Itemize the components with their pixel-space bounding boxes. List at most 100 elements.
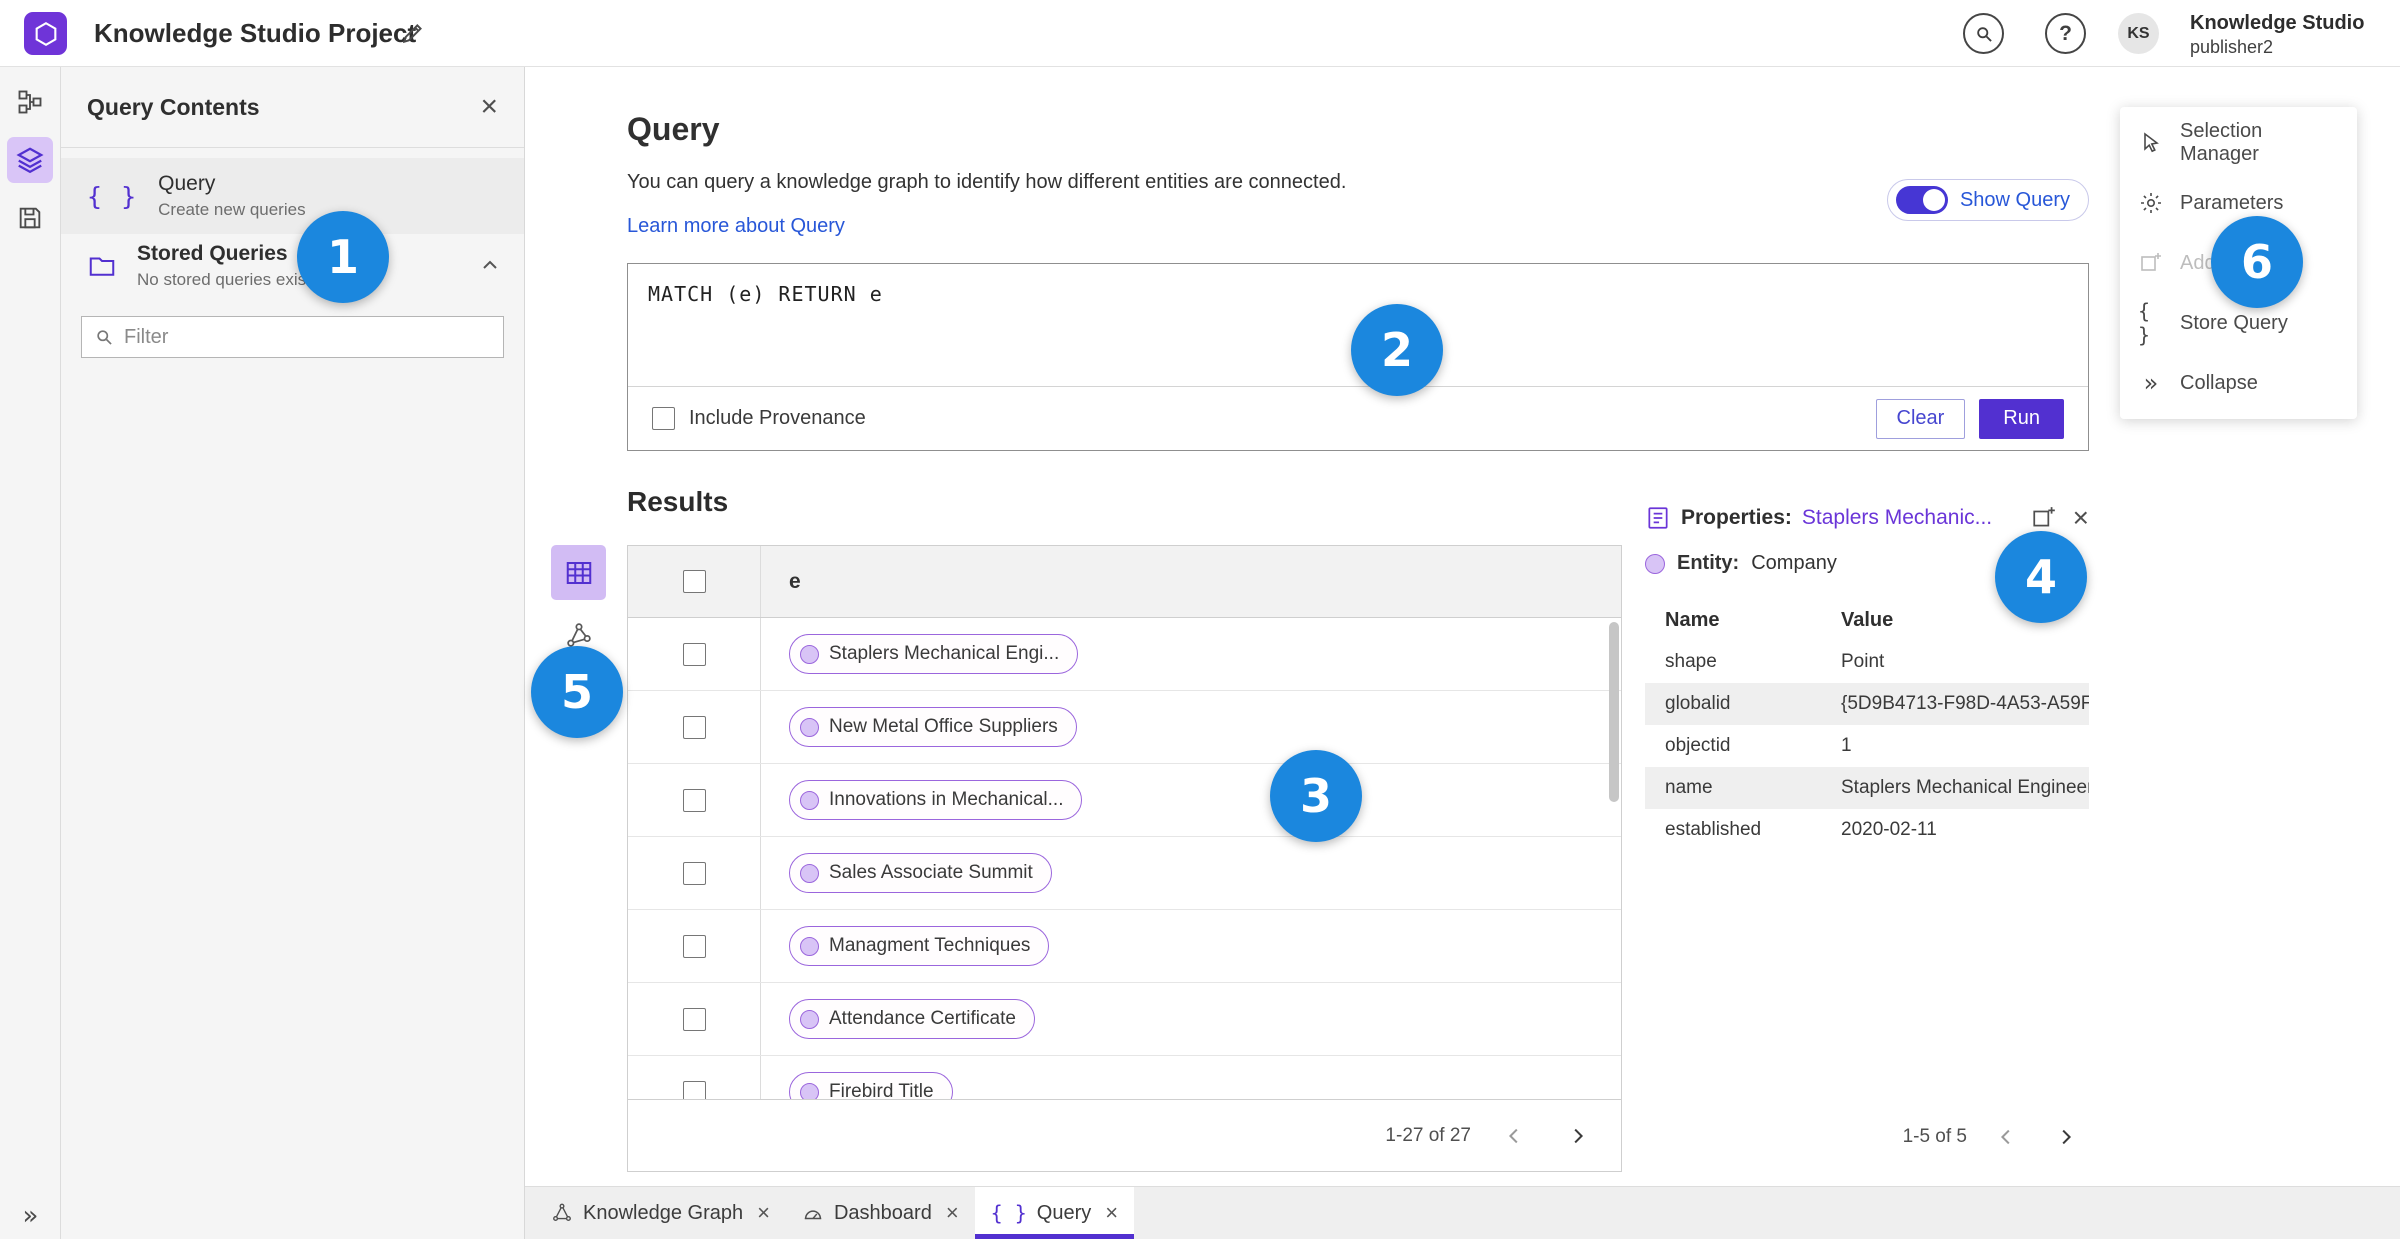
add-to-selection-icon[interactable] bbox=[2031, 505, 2057, 531]
chevron-right-icon bbox=[2054, 1126, 2076, 1148]
stored-item-sub: No stored queries exist bbox=[137, 270, 311, 289]
table-view-button[interactable] bbox=[551, 545, 606, 600]
menu-item-label: Store Query bbox=[2180, 311, 2288, 334]
tab-close-icon[interactable]: × bbox=[757, 1202, 770, 1224]
properties-selection-link[interactable]: Staplers Mechanic... bbox=[1802, 506, 1992, 530]
link-chart-icon bbox=[565, 621, 593, 649]
query-editor-toolbar: Include Provenance Clear Run bbox=[628, 386, 2088, 450]
entity-pill[interactable]: New Metal Office Suppliers bbox=[789, 707, 1077, 747]
dashboard-icon bbox=[802, 1202, 824, 1224]
tab-close-icon[interactable]: × bbox=[946, 1202, 959, 1224]
tab-knowledge-graph[interactable]: Knowledge Graph × bbox=[535, 1187, 786, 1239]
learn-more-link[interactable]: Learn more about Query bbox=[627, 215, 845, 238]
entity-pill-label: Staplers Mechanical Engi... bbox=[829, 643, 1060, 664]
clear-button[interactable]: Clear bbox=[1875, 398, 1966, 439]
properties-prev-page-button[interactable] bbox=[1989, 1119, 2025, 1155]
results-next-page-button[interactable] bbox=[1559, 1118, 1595, 1154]
entity-pill[interactable]: Managment Techniques bbox=[789, 926, 1050, 966]
property-row: globalid {5D9B4713-F98D-4A53-A59F-C11... bbox=[1645, 683, 2089, 725]
help-button[interactable]: ? bbox=[2045, 13, 2086, 54]
properties-next-page-button[interactable] bbox=[2047, 1119, 2083, 1155]
entity-dot-icon bbox=[800, 717, 819, 737]
row-check-cell bbox=[628, 691, 761, 763]
entity-dot-icon bbox=[800, 644, 819, 664]
add-to-map-icon bbox=[2138, 251, 2164, 275]
edit-title-icon[interactable] bbox=[400, 20, 426, 46]
show-query-toggle[interactable] bbox=[1895, 186, 1948, 214]
results-prev-page-button[interactable] bbox=[1497, 1118, 1533, 1154]
gear-icon bbox=[2138, 191, 2164, 215]
braces-icon: { } bbox=[2138, 299, 2151, 347]
properties-close-icon[interactable]: × bbox=[2073, 504, 2089, 532]
query-heading: Query bbox=[627, 111, 720, 147]
row-check-cell bbox=[628, 910, 761, 982]
entity-dot-icon bbox=[800, 1082, 819, 1099]
properties-doc-icon bbox=[1645, 505, 1671, 531]
row-checkbox[interactable] bbox=[682, 1080, 706, 1099]
save-icon[interactable] bbox=[7, 195, 53, 241]
query-item-sub: Create new queries bbox=[158, 200, 306, 219]
table-row: New Metal Office Suppliers bbox=[628, 691, 1621, 764]
entity-pill[interactable]: Sales Associate Summit bbox=[789, 853, 1052, 893]
table-row: Firebird Title bbox=[628, 1056, 1621, 1099]
property-value: Point bbox=[1841, 651, 1885, 672]
braces-icon: { } bbox=[990, 1201, 1027, 1225]
question-icon: ? bbox=[2059, 21, 2072, 45]
table-row: Innovations in Mechanical... bbox=[628, 764, 1621, 837]
run-button[interactable]: Run bbox=[1979, 398, 2064, 439]
properties-pagination: 1-5 of 5 bbox=[1645, 1102, 2089, 1172]
entity-pill[interactable]: Firebird Title bbox=[789, 1072, 953, 1099]
row-checkbox[interactable] bbox=[682, 715, 706, 739]
entity-pill[interactable]: Innovations in Mechanical... bbox=[789, 780, 1083, 820]
annotation-badge-4: 4 bbox=[1995, 531, 2087, 623]
properties-actions: × bbox=[2031, 504, 2089, 532]
show-query-control: Show Query bbox=[1886, 179, 2089, 221]
menu-item-selection-manager[interactable]: Selection Manager bbox=[2120, 113, 2357, 173]
row-checkbox[interactable] bbox=[682, 642, 706, 666]
panel-header: Query Contents × bbox=[61, 67, 524, 148]
include-provenance-checkbox[interactable] bbox=[652, 407, 675, 430]
select-all-checkbox[interactable] bbox=[682, 570, 706, 593]
property-row: objectid 1 bbox=[1645, 725, 2089, 767]
search-icon bbox=[1974, 24, 1994, 44]
filter-input[interactable] bbox=[124, 325, 491, 349]
tab-query[interactable]: { } Query × bbox=[974, 1187, 1135, 1239]
layers-icon[interactable] bbox=[7, 137, 53, 183]
account-info[interactable]: Knowledge Studio publisher2 bbox=[2190, 11, 2364, 59]
column-header-e: e bbox=[789, 569, 801, 593]
entity-dot-icon bbox=[800, 1009, 819, 1029]
menu-item-collapse[interactable]: » Collapse bbox=[2120, 353, 2357, 413]
query-description: You can query a knowledge graph to ident… bbox=[627, 171, 1347, 193]
row-checkbox[interactable] bbox=[682, 861, 706, 885]
property-value: Staplers Mechanical Engineering bbox=[1841, 777, 2089, 798]
entity-pill[interactable]: Attendance Certificate bbox=[789, 999, 1035, 1039]
results-scrollbar-thumb[interactable] bbox=[1609, 622, 1619, 802]
avatar[interactable]: KS bbox=[2118, 13, 2159, 54]
property-row: name Staplers Mechanical Engineering bbox=[1645, 767, 2089, 809]
row-checkbox[interactable] bbox=[682, 934, 706, 958]
stored-item-label: Stored Queries bbox=[137, 242, 288, 265]
row-checkbox[interactable] bbox=[682, 1007, 706, 1031]
search-button[interactable] bbox=[1963, 13, 2004, 54]
panel-close-icon[interactable]: × bbox=[480, 92, 498, 122]
tab-dashboard[interactable]: Dashboard × bbox=[786, 1187, 975, 1239]
stored-queries-item[interactable]: Stored Queries No stored queries exist bbox=[61, 234, 524, 298]
row-checkbox[interactable] bbox=[682, 788, 706, 812]
hierarchy-icon[interactable] bbox=[7, 79, 53, 125]
entity-pill-label: Attendance Certificate bbox=[829, 1008, 1016, 1029]
tab-close-icon[interactable]: × bbox=[1105, 1202, 1118, 1224]
query-list-item[interactable]: { } Query Create new queries bbox=[61, 158, 524, 234]
property-row: established 2020-02-11 bbox=[1645, 809, 2089, 851]
bottom-tab-bar: Knowledge Graph × Dashboard × { } Query … bbox=[525, 1186, 2400, 1239]
expand-rail-icon[interactable]: » bbox=[0, 1201, 61, 1231]
show-query-label: Show Query bbox=[1959, 188, 2070, 211]
properties-page-range: 1-5 of 5 bbox=[1902, 1126, 1967, 1147]
tab-label: Query bbox=[1036, 1201, 1092, 1224]
row-cell: Managment Techniques bbox=[761, 926, 1050, 966]
tab-label: Knowledge Graph bbox=[583, 1201, 744, 1224]
chevron-up-icon[interactable] bbox=[478, 254, 502, 278]
properties-table: Name Value shape Point globalid {5D9B4713-… bbox=[1645, 599, 2089, 851]
query-item-label: Query bbox=[158, 172, 216, 195]
results-heading: Results bbox=[627, 486, 729, 517]
entity-pill[interactable]: Staplers Mechanical Engi... bbox=[789, 634, 1079, 674]
